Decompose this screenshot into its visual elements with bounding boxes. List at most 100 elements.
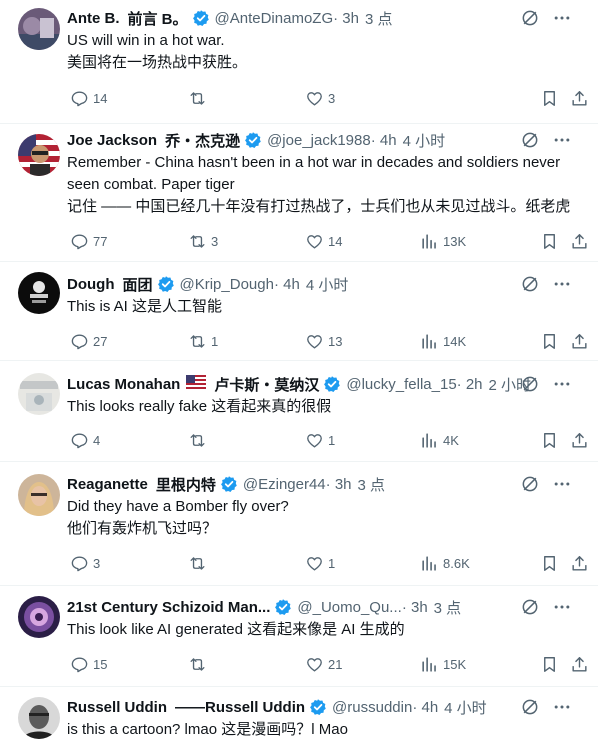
user-handle[interactable]: @_Uomo_Qu... xyxy=(297,599,401,616)
like-button[interactable]: 14 xyxy=(301,229,342,253)
verified-badge-icon[interactable] xyxy=(323,375,341,393)
more-icon[interactable] xyxy=(552,130,572,150)
grok-icon[interactable] xyxy=(520,474,540,494)
avatar[interactable] xyxy=(18,134,60,176)
avatar[interactable] xyxy=(18,697,60,739)
timestamp[interactable]: · 3h xyxy=(402,599,428,616)
more-icon[interactable] xyxy=(552,597,572,617)
reply-button[interactable]: 27 xyxy=(66,329,107,353)
display-name[interactable]: Ante B. xyxy=(67,10,120,27)
display-name[interactable]: Russell Uddin xyxy=(67,699,167,716)
display-name[interactable]: Joe Jackson xyxy=(67,132,157,149)
header-icons xyxy=(520,273,572,295)
timestamp[interactable]: · 4h xyxy=(274,276,300,293)
retweet-button[interactable]: 3 xyxy=(184,229,218,253)
retweet-button[interactable]: 1 xyxy=(184,329,218,353)
retweet-button[interactable] xyxy=(184,551,211,575)
user-handle[interactable]: @joe_jack1988 xyxy=(267,132,371,149)
verified-badge-icon[interactable] xyxy=(244,131,262,149)
reply-button[interactable]: 3 xyxy=(66,551,100,575)
reply-button[interactable]: 4 xyxy=(66,428,100,452)
more-icon[interactable] xyxy=(552,374,572,394)
verified-badge-icon[interactable] xyxy=(157,275,175,293)
verified-badge-icon[interactable] xyxy=(192,9,210,27)
display-name[interactable]: Dough xyxy=(67,276,114,293)
reply-button[interactable]: 77 xyxy=(66,229,107,253)
timestamp[interactable]: · 2h xyxy=(457,376,483,393)
views-button[interactable]: 4K xyxy=(416,428,459,452)
share-button[interactable] xyxy=(566,329,589,353)
avatar[interactable] xyxy=(18,373,60,415)
bookmark-button[interactable] xyxy=(536,551,559,575)
share-button[interactable] xyxy=(566,86,589,110)
more-icon[interactable] xyxy=(552,8,572,28)
like-button[interactable]: 13 xyxy=(301,329,342,353)
retweet-button[interactable] xyxy=(184,428,211,452)
tweet-text-line: 他们有轰炸机飞过吗？ xyxy=(67,520,218,537)
avatar[interactable] xyxy=(18,596,60,638)
more-icon[interactable] xyxy=(552,474,572,494)
retweet-button[interactable] xyxy=(184,86,211,110)
reply-button[interactable]: 15 xyxy=(66,652,107,676)
avatar[interactable] xyxy=(18,8,60,50)
likes-count: 1 xyxy=(328,432,336,448)
share-button[interactable] xyxy=(566,229,589,253)
bookmark-icon xyxy=(540,89,559,108)
bookmark-button[interactable] xyxy=(536,229,559,253)
header-icons xyxy=(520,473,572,495)
like-icon xyxy=(305,89,324,108)
share-button[interactable] xyxy=(566,428,589,452)
bookmark-icon xyxy=(540,332,559,351)
grok-icon[interactable] xyxy=(520,697,540,717)
verified-badge-icon[interactable] xyxy=(274,598,292,616)
views-button[interactable]: 15K xyxy=(416,652,466,676)
display-name[interactable]: 21st Century Schizoid Man... xyxy=(67,599,270,616)
reply-icon xyxy=(70,655,89,674)
more-icon[interactable] xyxy=(552,697,572,717)
timestamp[interactable]: · 4h xyxy=(412,699,438,716)
reply-button[interactable]: 14 xyxy=(66,86,107,110)
verified-badge-icon[interactable] xyxy=(309,698,327,716)
timestamp[interactable]: · 3h xyxy=(333,10,359,27)
tweet-header: Joe Jackson 乔・杰克逊 @joe_jack1988 · 4h 4 小时 xyxy=(67,129,588,151)
grok-icon[interactable] xyxy=(520,8,540,28)
bookmark-button[interactable] xyxy=(536,428,559,452)
display-name[interactable]: Reaganette xyxy=(67,476,148,493)
avatar[interactable] xyxy=(18,474,60,516)
share-icon xyxy=(570,655,589,674)
grok-icon[interactable] xyxy=(520,274,540,294)
views-count: 15K xyxy=(443,656,467,672)
timestamp[interactable]: · 4h xyxy=(371,132,397,149)
like-button[interactable]: 3 xyxy=(301,86,335,110)
like-icon xyxy=(305,232,324,251)
header-icons xyxy=(520,373,572,395)
like-button[interactable]: 1 xyxy=(301,551,335,575)
views-button[interactable]: 14K xyxy=(416,329,466,353)
user-handle[interactable]: @Ezinger44 xyxy=(243,476,326,493)
display-name[interactable]: Lucas Monahan xyxy=(67,376,180,393)
user-handle[interactable]: @Krip_Dough xyxy=(180,276,274,293)
bookmark-button[interactable] xyxy=(536,86,559,110)
bookmark-button[interactable] xyxy=(536,652,559,676)
views-button[interactable]: 13K xyxy=(416,229,466,253)
user-handle[interactable]: @lucky_fella_15 xyxy=(346,376,456,393)
bookmark-button[interactable] xyxy=(536,329,559,353)
user-handle[interactable]: @russuddin xyxy=(332,699,412,716)
more-icon[interactable] xyxy=(552,274,572,294)
like-button[interactable]: 1 xyxy=(301,428,335,452)
grok-icon[interactable] xyxy=(520,374,540,394)
views-icon xyxy=(420,431,439,450)
like-button[interactable]: 21 xyxy=(301,652,342,676)
retweet-button[interactable] xyxy=(184,652,211,676)
avatar[interactable] xyxy=(18,272,60,314)
bookmark-icon xyxy=(540,655,559,674)
views-button[interactable]: 8.6K xyxy=(416,551,470,575)
grok-icon[interactable] xyxy=(520,130,540,150)
user-handle[interactable]: @AnteDinamoZG xyxy=(215,10,334,27)
grok-icon[interactable] xyxy=(520,597,540,617)
timestamp[interactable]: · 3h xyxy=(326,476,352,493)
verified-badge-icon[interactable] xyxy=(220,475,238,493)
like-icon xyxy=(305,554,324,573)
share-button[interactable] xyxy=(566,551,589,575)
share-button[interactable] xyxy=(566,652,589,676)
